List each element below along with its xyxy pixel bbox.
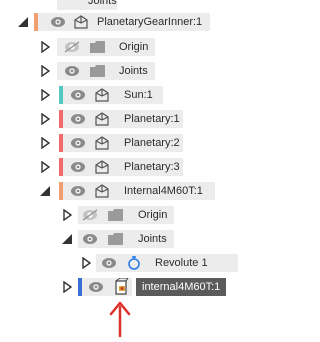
tree-row-sub-joints[interactable]: Joints bbox=[0, 229, 242, 249]
component-icon bbox=[95, 183, 109, 199]
expand-triangle-icon[interactable] bbox=[63, 209, 72, 221]
tree-row-label: Joints bbox=[119, 65, 148, 77]
tree-row-sun[interactable]: Sun:1 bbox=[0, 85, 242, 105]
eye-icon[interactable] bbox=[82, 233, 98, 245]
tree-row-planetary-1[interactable]: Planetary:1 bbox=[0, 109, 242, 129]
eye-icon[interactable] bbox=[70, 89, 86, 101]
tree-row-label: Joints bbox=[138, 233, 167, 245]
eye-icon[interactable] bbox=[88, 281, 104, 293]
expand-triangle-icon[interactable] bbox=[41, 89, 50, 101]
expand-triangle-icon[interactable] bbox=[82, 257, 91, 269]
tree-row-label: Origin bbox=[119, 41, 149, 53]
tree-row-label: Joints bbox=[88, 0, 117, 7]
expand-triangle-icon[interactable] bbox=[41, 41, 50, 53]
tree-row-planetary-3[interactable]: Planetary:3 bbox=[0, 157, 242, 177]
component-icon bbox=[95, 87, 109, 103]
folder-icon bbox=[108, 233, 123, 245]
tree-row-label: Planetary:1 bbox=[124, 113, 180, 125]
eye-icon[interactable] bbox=[64, 65, 80, 77]
eye-icon[interactable] bbox=[70, 113, 86, 125]
expand-triangle-icon[interactable] bbox=[41, 137, 50, 149]
tree-row-label: Planetary:2 bbox=[124, 137, 180, 149]
selected-row-label: internal4M60T:1 bbox=[136, 278, 227, 296]
tree-row-planetary-2[interactable]: Planetary:2 bbox=[0, 133, 242, 153]
tree-row-joints[interactable]: Joints bbox=[0, 61, 242, 81]
eye-crossed-icon[interactable] bbox=[82, 209, 98, 221]
tree-row-selected-body[interactable]: internal4M60T:1 bbox=[0, 277, 242, 297]
body-icon bbox=[113, 278, 129, 296]
tree-row-label: Internal4M60T:1 bbox=[124, 185, 203, 197]
tree-row-root-component[interactable]: PlanetaryGearInner:1 bbox=[0, 12, 242, 32]
expand-triangle-icon[interactable] bbox=[41, 65, 50, 77]
component-icon bbox=[95, 135, 109, 151]
tree-row-label: Planetary:3 bbox=[124, 161, 180, 173]
component-icon bbox=[74, 14, 88, 30]
expand-triangle-icon[interactable] bbox=[41, 113, 50, 125]
folder-icon bbox=[108, 209, 123, 221]
folder-icon bbox=[90, 41, 105, 53]
red-arrow-annotation bbox=[108, 298, 132, 338]
tree-row-label: Origin bbox=[138, 209, 168, 221]
tree-row-revolute-joint[interactable]: Revolute 1 bbox=[0, 253, 242, 273]
eye-icon[interactable] bbox=[70, 161, 86, 173]
expand-triangle-icon[interactable] bbox=[63, 281, 72, 293]
tree-row-label: PlanetaryGearInner:1 bbox=[97, 16, 203, 28]
collapse-triangle-icon[interactable] bbox=[40, 186, 50, 196]
tree-row-joints-partial[interactable]: Joints bbox=[0, 0, 242, 11]
expand-triangle-icon[interactable] bbox=[41, 161, 50, 173]
folder-icon bbox=[90, 65, 105, 77]
component-icon bbox=[95, 111, 109, 127]
eye-icon[interactable] bbox=[70, 185, 86, 197]
tree-row-label: Revolute 1 bbox=[155, 257, 208, 269]
tree-row-internal-component[interactable]: Internal4M60T:1 bbox=[0, 181, 242, 201]
eye-icon[interactable] bbox=[101, 257, 117, 269]
collapse-triangle-icon[interactable] bbox=[18, 17, 28, 27]
eye-icon[interactable] bbox=[50, 16, 66, 28]
eye-icon[interactable] bbox=[70, 137, 86, 149]
component-icon bbox=[95, 159, 109, 175]
eye-crossed-icon[interactable] bbox=[64, 41, 80, 53]
tree-row-origin[interactable]: Origin bbox=[0, 37, 242, 57]
revolute-joint-icon bbox=[127, 255, 141, 271]
tree-row-sub-origin[interactable]: Origin bbox=[0, 205, 242, 225]
tree-row-label: Sun:1 bbox=[124, 89, 153, 101]
collapse-triangle-icon[interactable] bbox=[62, 234, 72, 244]
